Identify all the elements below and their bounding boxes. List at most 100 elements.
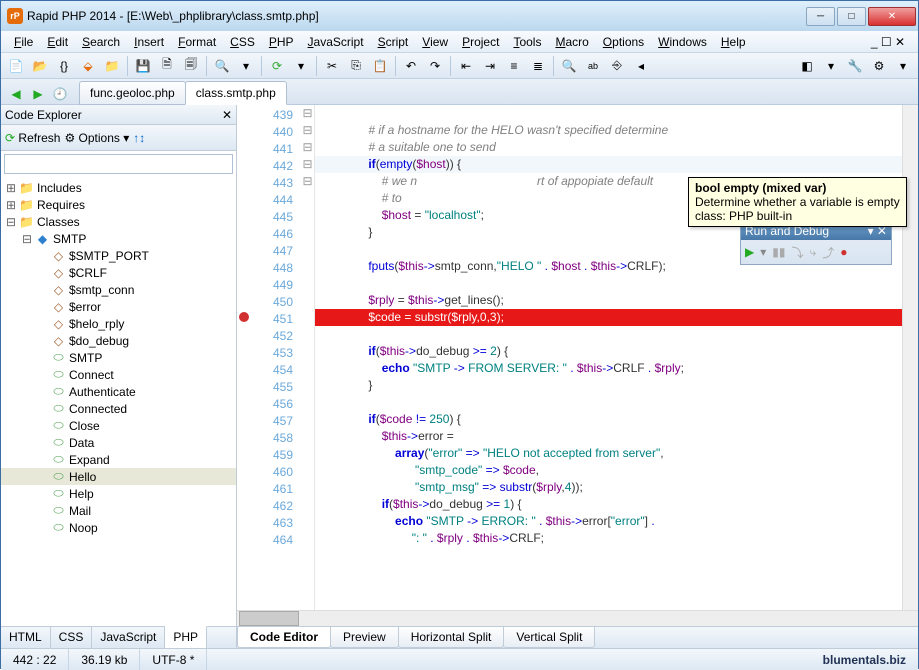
tree-node[interactable]: ◇$CRLF: [1, 264, 236, 281]
menu-windows[interactable]: Windows: [651, 33, 714, 51]
nav-history-icon[interactable]: 🕘: [50, 84, 70, 104]
step-into-icon[interactable]: ⤷: [810, 245, 817, 260]
run-icon[interactable]: ▶: [745, 245, 754, 259]
bookmark-icon[interactable]: ◂: [630, 55, 652, 77]
tree-node[interactable]: ⬭Mail: [1, 502, 236, 519]
explorer-search-input[interactable]: [4, 154, 233, 174]
replace-icon[interactable]: ab: [582, 55, 604, 77]
tree-node[interactable]: ⬭Expand: [1, 451, 236, 468]
menu-edit[interactable]: Edit: [40, 33, 75, 51]
tree-node[interactable]: ◇$smtp_conn: [1, 281, 236, 298]
step-out-icon[interactable]: ⤴: [822, 244, 834, 261]
menu-file[interactable]: File: [7, 33, 40, 51]
explorer-tree[interactable]: ⊞📁Includes⊞📁Requires⊟📁Classes⊟◆SMTP◇$SMT…: [1, 177, 236, 626]
menu-help[interactable]: Help: [714, 33, 753, 51]
menu-view[interactable]: View: [415, 33, 455, 51]
undo-icon[interactable]: ↶: [400, 55, 422, 77]
indent-icon[interactable]: ⇥: [479, 55, 501, 77]
menu-macro[interactable]: Macro: [548, 33, 595, 51]
tree-node[interactable]: ⬭Help: [1, 485, 236, 502]
explorer-tab[interactable]: CSS: [51, 627, 93, 648]
tree-node[interactable]: ⊞📁Includes: [1, 179, 236, 196]
tree-node[interactable]: ◇$SMTP_PORT: [1, 247, 236, 264]
nav-back-icon[interactable]: ◀: [6, 84, 26, 104]
menu-search[interactable]: Search: [75, 33, 127, 51]
menu-insert[interactable]: Insert: [127, 33, 171, 51]
editor-tab[interactable]: Code Editor: [237, 627, 331, 648]
list2-icon[interactable]: ≣: [527, 55, 549, 77]
step-over-icon[interactable]: ⤵: [791, 244, 803, 261]
outdent-icon[interactable]: ⇤: [455, 55, 477, 77]
explorer-tab[interactable]: HTML: [1, 627, 51, 648]
menu-project[interactable]: Project: [455, 33, 506, 51]
tree-node[interactable]: ⊞📁Requires: [1, 196, 236, 213]
tree-node[interactable]: ⬭Noop: [1, 519, 236, 536]
line-gutter[interactable]: 4394404414424434444454464474484494504514…: [251, 105, 301, 610]
find-icon[interactable]: 🔍: [558, 55, 580, 77]
minimize-button[interactable]: ─: [806, 7, 835, 26]
explorer-tab[interactable]: PHP: [165, 626, 207, 648]
cut-icon[interactable]: ✂: [321, 55, 343, 77]
new-file-icon[interactable]: 📄: [5, 55, 27, 77]
tool3-icon[interactable]: 🔧: [844, 55, 866, 77]
tree-node[interactable]: ◇$error: [1, 298, 236, 315]
tool2-icon[interactable]: ▾: [820, 55, 842, 77]
file-tab[interactable]: func.geoloc.php: [79, 81, 186, 105]
nav-fwd-icon[interactable]: ▶: [28, 84, 48, 104]
tree-node[interactable]: ⊟📁Classes: [1, 213, 236, 230]
tree-node[interactable]: ⬭SMTP: [1, 349, 236, 366]
tree-node[interactable]: ◇$do_debug: [1, 332, 236, 349]
maximize-button[interactable]: □: [837, 7, 866, 26]
file-tab[interactable]: class.smtp.php: [185, 81, 287, 105]
menu-format[interactable]: Format: [171, 33, 223, 51]
tree-node[interactable]: ⬭Connect: [1, 366, 236, 383]
save-all-icon[interactable]: 🗎: [156, 55, 178, 77]
tree-node[interactable]: ⬭Hello: [1, 468, 236, 485]
panel-close-icon[interactable]: ✕: [222, 108, 232, 122]
refresh-button[interactable]: ⟳ Refresh: [5, 131, 60, 145]
preview-icon[interactable]: 🔍: [211, 55, 233, 77]
menu-css[interactable]: CSS: [223, 33, 262, 51]
goto-icon[interactable]: ⎆: [606, 55, 628, 77]
refresh-icon[interactable]: ⟳: [266, 55, 288, 77]
tool4-icon[interactable]: ⚙: [868, 55, 890, 77]
horizontal-scrollbar[interactable]: [237, 610, 918, 626]
save-icon[interactable]: 💾: [132, 55, 154, 77]
redo-icon[interactable]: ↷: [424, 55, 446, 77]
paste-icon[interactable]: 📋: [369, 55, 391, 77]
menu-javascript[interactable]: JavaScript: [301, 33, 371, 51]
stop-icon[interactable]: ●: [840, 245, 847, 259]
tree-node[interactable]: ⊟◆SMTP: [1, 230, 236, 247]
tool1-icon[interactable]: ◧: [796, 55, 818, 77]
tree-node[interactable]: ⬭Close: [1, 417, 236, 434]
options-button[interactable]: ⚙ Options ▾: [64, 131, 129, 145]
editor-tab[interactable]: Preview: [330, 627, 399, 648]
check-icon[interactable]: ▾: [290, 55, 312, 77]
menu-php[interactable]: PHP: [262, 33, 301, 51]
editor-tab[interactable]: Horizontal Split: [398, 627, 505, 648]
menu-options[interactable]: Options: [596, 33, 651, 51]
list-icon[interactable]: ≡: [503, 55, 525, 77]
close-button[interactable]: ✕: [868, 7, 916, 26]
menu-script[interactable]: Script: [371, 33, 416, 51]
tree-node[interactable]: ⬭Data: [1, 434, 236, 451]
browser-icon[interactable]: ▾: [235, 55, 257, 77]
pause-icon[interactable]: ▮▮: [772, 245, 785, 259]
tool5-icon[interactable]: ▾: [892, 55, 914, 77]
code-icon[interactable]: {}: [53, 55, 75, 77]
tree-node[interactable]: ⬭Authenticate: [1, 383, 236, 400]
file-tab-bar: ◀ ▶ 🕘 func.geoloc.php class.smtp.php: [1, 79, 918, 105]
sort-icon[interactable]: ↑↕: [133, 131, 145, 145]
explorer-tab[interactable]: JavaScript: [92, 627, 165, 648]
copy-icon[interactable]: ⎘: [345, 55, 367, 77]
open-icon[interactable]: 📂: [29, 55, 51, 77]
menu-tools[interactable]: Tools: [506, 33, 548, 51]
mdi-controls[interactable]: _ ☐ ✕: [864, 33, 912, 51]
php-icon[interactable]: ⬙: [77, 55, 99, 77]
debug-panel[interactable]: Run and Debug▾ ✕ ▶▾ ▮▮ ⤵ ⤷ ⤴ ●: [740, 221, 892, 265]
editor-tab[interactable]: Vertical Split: [503, 627, 595, 648]
copy-all-icon[interactable]: 🗐: [180, 55, 202, 77]
folder-icon[interactable]: 📁: [101, 55, 123, 77]
tree-node[interactable]: ⬭Connected: [1, 400, 236, 417]
tree-node[interactable]: ◇$helo_rply: [1, 315, 236, 332]
